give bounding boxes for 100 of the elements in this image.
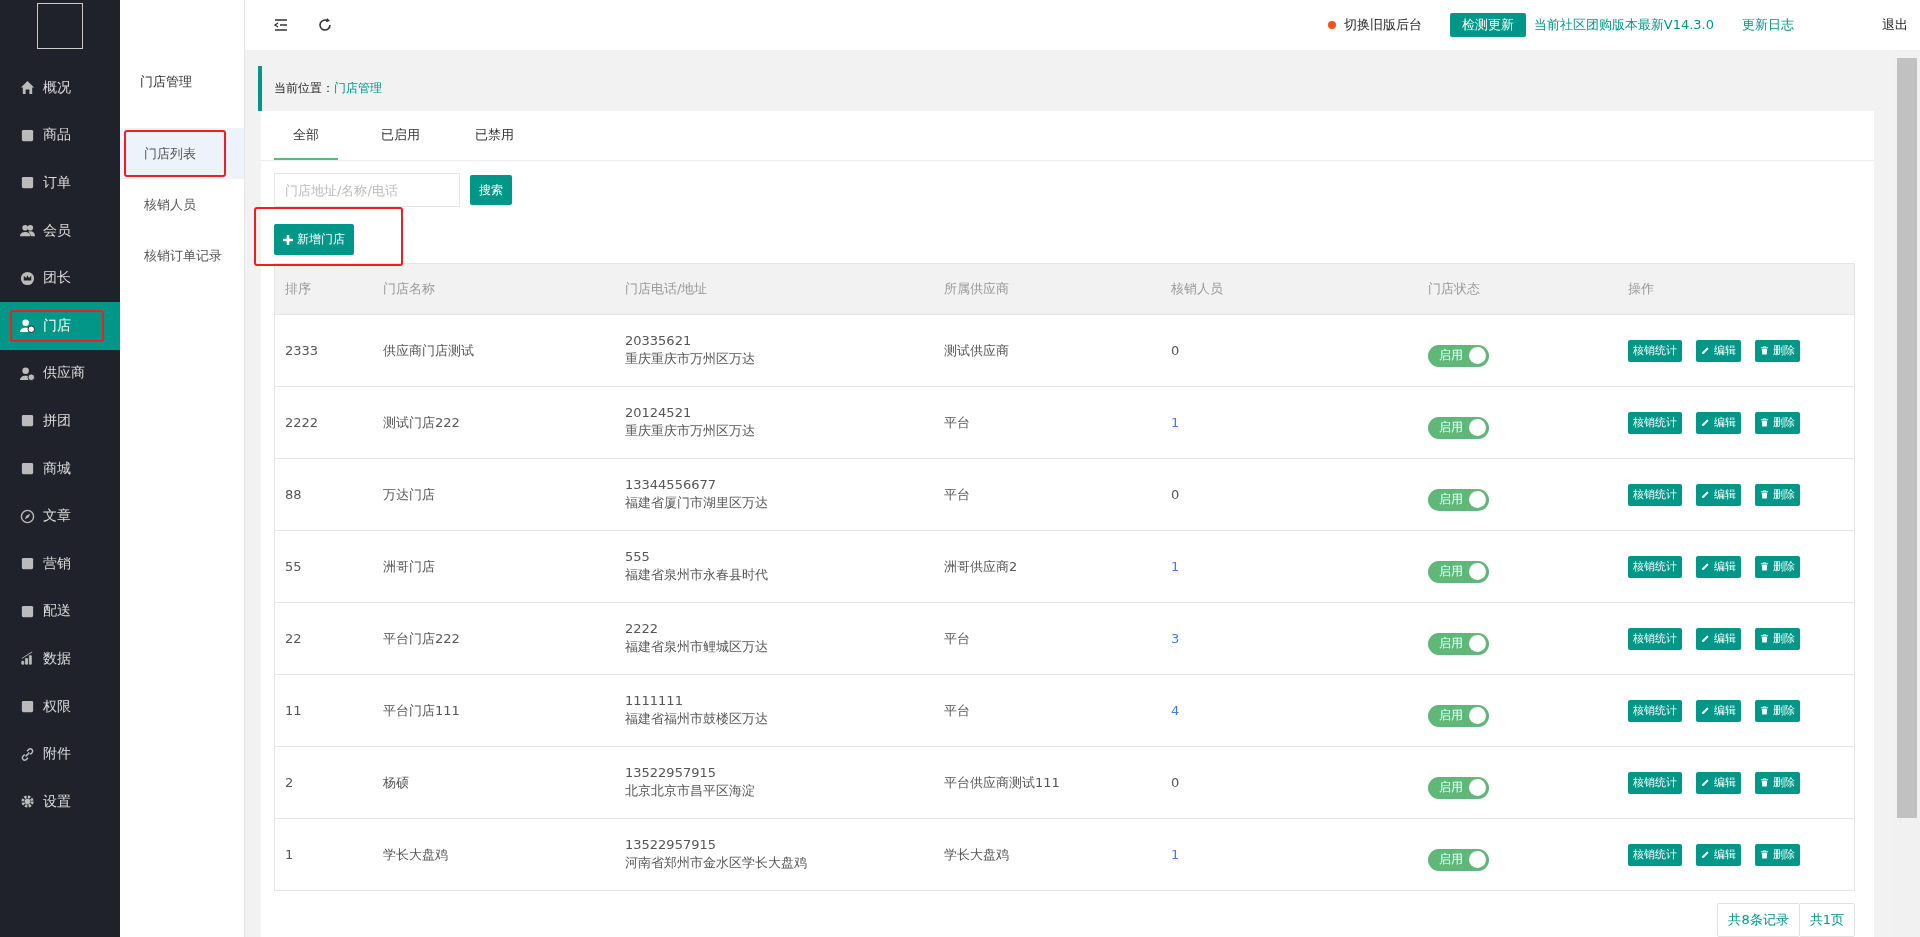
delete-button[interactable]: 删除	[1755, 411, 1800, 434]
status-toggle[interactable]: 启用	[1428, 560, 1489, 583]
total-records-label: 共8条记录	[1717, 903, 1800, 937]
sidebar-item[interactable]: 权限	[0, 682, 120, 731]
refresh-icon[interactable]	[317, 17, 333, 33]
compass-icon	[20, 508, 35, 524]
delete-button[interactable]: 删除	[1755, 771, 1800, 794]
subnav-item[interactable]: 门店列表	[120, 128, 244, 179]
status-toggle[interactable]: 启用	[1428, 416, 1489, 439]
sidebar-item[interactable]: 团长	[0, 254, 120, 302]
trash-icon	[1760, 706, 1769, 715]
status-dot-icon	[1327, 21, 1336, 29]
status-toggle[interactable]: 启用	[1428, 632, 1489, 655]
delete-button[interactable]: 删除	[1755, 483, 1800, 506]
sidebar-item[interactable]: 配送	[0, 587, 120, 636]
logout-link[interactable]: 退出	[1882, 16, 1908, 34]
column-header: 操作	[1627, 280, 1655, 298]
edit-button[interactable]: 编辑	[1696, 771, 1741, 794]
sidebar-item[interactable]: 设置	[0, 777, 120, 826]
column-header: 门店状态	[1427, 280, 1481, 298]
sidebar-item[interactable]: 营销	[0, 539, 120, 588]
breadcrumb-label: 当前位置：	[274, 80, 334, 97]
add-store-button[interactable]: 新增门店	[274, 224, 354, 255]
sidebar-item[interactable]: 拼团	[0, 397, 120, 445]
verify-stats-button[interactable]: 核销统计	[1628, 411, 1682, 434]
column-header: 核销人员	[1170, 280, 1224, 298]
edit-button[interactable]: 编辑	[1696, 339, 1741, 362]
verifier-count-link[interactable]: 1	[1171, 415, 1180, 430]
verify-stats-button[interactable]: 核销统计	[1628, 555, 1682, 578]
trash-icon	[1760, 778, 1769, 787]
verify-stats-button[interactable]: 核销统计	[1628, 339, 1682, 362]
sidebar-item[interactable]: 商品	[0, 111, 120, 160]
sidebar-item[interactable]: 文章	[0, 492, 120, 540]
status-toggle[interactable]: 启用	[1428, 488, 1489, 511]
delete-button[interactable]: 删除	[1755, 627, 1800, 650]
edit-button[interactable]: 编辑	[1696, 627, 1741, 650]
pencil-icon	[1701, 418, 1710, 427]
edit-button[interactable]: 编辑	[1696, 411, 1741, 434]
pencil-icon	[1701, 778, 1710, 787]
status-toggle[interactable]: 启用	[1428, 344, 1489, 367]
search-button[interactable]: 搜索	[470, 175, 512, 205]
subnav-item[interactable]: 核销人员	[120, 179, 244, 230]
delete-button[interactable]: 删除	[1755, 339, 1800, 362]
users-icon	[20, 223, 35, 239]
verifier-count-link[interactable]: 1	[1171, 847, 1180, 862]
delete-button[interactable]: 删除	[1755, 699, 1800, 722]
sidebar-item[interactable]: 数据	[0, 635, 120, 683]
table-cell: 平台	[944, 486, 970, 502]
edit-button[interactable]: 编辑	[1696, 843, 1741, 866]
delete-button[interactable]: 删除	[1755, 555, 1800, 578]
verify-stats-button[interactable]: 核销统计	[1628, 771, 1682, 794]
trash-icon	[1760, 634, 1769, 643]
verifier-count-link[interactable]: 4	[1171, 703, 1180, 718]
phone-text: 20124521	[625, 405, 693, 420]
filter-tab[interactable]: 全部	[274, 111, 338, 160]
table-cell: 55	[285, 559, 302, 574]
switch-old-admin-link[interactable]: 切换旧版后台	[1343, 16, 1422, 34]
status-toggle[interactable]: 启用	[1428, 704, 1489, 727]
edit-button[interactable]: 编辑	[1696, 555, 1741, 578]
search-field[interactable]: 门店地址/名称/电话	[274, 173, 460, 207]
status-toggle[interactable]: 启用	[1428, 848, 1489, 871]
column-header: 所属供应商	[943, 280, 1010, 298]
status-toggle[interactable]: 启用	[1428, 776, 1489, 799]
subnav-item[interactable]: 核销订单记录	[120, 230, 244, 281]
check-update-button[interactable]: 检测更新	[1449, 13, 1526, 37]
table-cell: 测试门店222	[383, 414, 460, 430]
collapse-menu-icon[interactable]	[273, 17, 289, 33]
verify-stats-button[interactable]: 核销统计	[1628, 627, 1682, 650]
address-text: 北京北京市昌平区海淀	[625, 782, 756, 800]
sidebar-item[interactable]: 概况	[0, 64, 120, 112]
table-cell: 洲哥供应商2	[944, 558, 1018, 574]
settings-icon	[20, 794, 35, 810]
trash-icon	[1760, 346, 1769, 355]
edit-button[interactable]: 编辑	[1696, 483, 1741, 506]
verifier-count-link[interactable]: 3	[1171, 631, 1180, 646]
trash-icon	[1760, 418, 1769, 427]
filter-tab[interactable]: 已禁用	[462, 111, 526, 160]
verify-stats-button[interactable]: 核销统计	[1628, 843, 1682, 866]
phone-text: 20335621	[625, 333, 693, 348]
changelog-link[interactable]: 更新日志	[1742, 16, 1794, 34]
filter-tab[interactable]: 已启用	[368, 111, 432, 160]
verify-stats-button[interactable]: 核销统计	[1628, 483, 1682, 506]
sidebar-item[interactable]: 附件	[0, 730, 120, 778]
delete-button[interactable]: 删除	[1755, 843, 1800, 866]
trash-icon	[1760, 490, 1769, 499]
breadcrumb-link[interactable]: 门店管理	[334, 80, 382, 97]
verify-stats-button[interactable]: 核销统计	[1628, 699, 1682, 722]
sidebar-item[interactable]: 会员	[0, 206, 120, 255]
edit-button[interactable]: 编辑	[1696, 699, 1741, 722]
sidebar-item[interactable]: 门店	[0, 301, 120, 350]
pencil-icon	[1701, 562, 1710, 571]
home-icon	[20, 80, 35, 96]
sidebar-item[interactable]: 商城	[0, 444, 120, 493]
table-cell: 0	[1171, 343, 1180, 358]
sidebar-item[interactable]: 供应商	[0, 349, 120, 398]
version-text: 当前社区团购版本最新V14.3.0	[1533, 16, 1714, 34]
phone-text: 13522957915	[625, 765, 717, 780]
verifier-count-link[interactable]: 1	[1171, 559, 1180, 574]
table-cell: 平台	[944, 702, 970, 718]
sidebar-item[interactable]: 订单	[0, 159, 120, 207]
